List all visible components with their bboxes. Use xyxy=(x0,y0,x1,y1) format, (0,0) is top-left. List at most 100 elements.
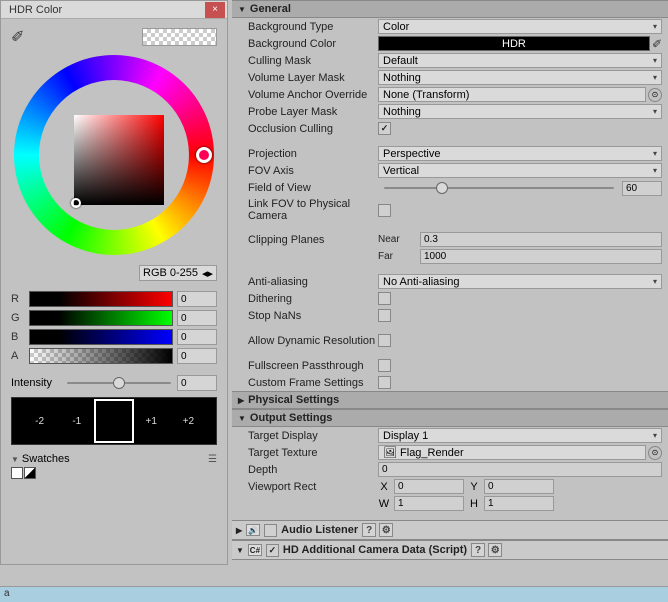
dithering-checkbox[interactable] xyxy=(378,292,391,305)
swatches-row xyxy=(1,467,227,479)
probelayer-dropdown[interactable]: Nothing▾ xyxy=(378,104,662,119)
color-mode-dropdown[interactable]: RGB 0-255◂▸ xyxy=(139,265,217,281)
r-label: R xyxy=(11,293,25,305)
projection-dropdown[interactable]: Perspective▾ xyxy=(378,146,662,161)
fovaxis-dropdown[interactable]: Vertical▾ xyxy=(378,163,662,178)
help-icon[interactable]: ? xyxy=(471,543,485,557)
intensity-input[interactable] xyxy=(177,375,217,391)
hdr-title: HDR Color xyxy=(3,4,62,16)
g-slider[interactable] xyxy=(29,310,173,326)
color-wheel[interactable] xyxy=(14,55,214,255)
h-label: H xyxy=(468,498,480,510)
sv-marker[interactable] xyxy=(71,198,81,208)
vollayer-label: Volume Layer Mask xyxy=(238,72,378,84)
eyedropper-icon[interactable]: ✐ xyxy=(652,37,662,51)
bgtype-label: Background Type xyxy=(238,21,378,33)
audio-listener-header[interactable]: ▶ 🔊 Audio Listener ? ⚙ xyxy=(232,520,668,540)
settings-icon[interactable]: ⚙ xyxy=(379,523,393,537)
depth-label: Depth xyxy=(238,464,378,476)
custom-checkbox[interactable] xyxy=(378,376,391,389)
viewport-h-input[interactable] xyxy=(484,496,554,511)
settings-icon[interactable]: ⚙ xyxy=(488,543,502,557)
g-input[interactable] xyxy=(177,310,217,326)
eyedropper-icon[interactable]: ✐ xyxy=(11,27,24,47)
linkfov-checkbox[interactable] xyxy=(378,204,391,217)
general-title: General xyxy=(250,3,291,15)
viewport-w-input[interactable] xyxy=(394,496,464,511)
stopnans-checkbox[interactable] xyxy=(378,309,391,322)
targetdisplay-label: Target Display xyxy=(238,430,378,442)
hdr-title-bar: HDR Color × xyxy=(1,1,227,19)
preset-current[interactable] xyxy=(96,401,131,441)
swatches-menu-icon[interactable]: ☰ xyxy=(208,454,217,465)
a-slider[interactable] xyxy=(29,348,173,364)
output-header[interactable]: ▼ Output Settings xyxy=(232,409,668,427)
swatch-white[interactable] xyxy=(11,467,23,479)
object-picker-icon[interactable]: ⊙ xyxy=(648,446,662,460)
preset-plus2[interactable]: +2 xyxy=(171,401,206,441)
r-slider[interactable] xyxy=(29,291,173,307)
object-picker-icon[interactable]: ⊙ xyxy=(648,88,662,102)
foldout-icon: ▶ xyxy=(238,396,244,405)
fov-slider[interactable] xyxy=(384,180,614,196)
far-input[interactable] xyxy=(420,249,662,264)
preset-plus1[interactable]: +1 xyxy=(134,401,169,441)
b-slider[interactable] xyxy=(29,329,173,345)
r-input[interactable] xyxy=(177,291,217,307)
physical-title: Physical Settings xyxy=(248,394,339,406)
a-label: A xyxy=(11,350,25,362)
targettex-label: Target Texture xyxy=(238,447,378,459)
bgtype-dropdown[interactable]: Color▾ xyxy=(378,19,662,34)
fov-input[interactable] xyxy=(622,181,662,196)
physical-header[interactable]: ▶ Physical Settings xyxy=(232,391,668,409)
cullingmask-label: Culling Mask xyxy=(238,55,378,67)
linkfov-label: Link FOV to Physical Camera xyxy=(238,198,378,222)
hdcam-enable-checkbox[interactable] xyxy=(266,544,279,557)
preset-minus2[interactable]: -2 xyxy=(22,401,57,441)
b-input[interactable] xyxy=(177,329,217,345)
allowdyn-label: Allow Dynamic Resolution xyxy=(238,335,378,347)
aa-dropdown[interactable]: No Anti-aliasing▾ xyxy=(378,274,662,289)
hd-camera-header[interactable]: ▼ C# HD Additional Camera Data (Script) … xyxy=(232,540,668,560)
probelayer-label: Probe Layer Mask xyxy=(238,106,378,118)
volanchor-field[interactable]: None (Transform) xyxy=(378,87,646,102)
viewport-label: Viewport Rect xyxy=(238,481,378,493)
bgcolor-label: Background Color xyxy=(238,38,378,50)
cullingmask-dropdown[interactable]: Default▾ xyxy=(378,53,662,68)
bgcolor-field[interactable]: HDR xyxy=(378,36,650,51)
intensity-slider[interactable] xyxy=(67,375,171,391)
w-label: W xyxy=(378,498,390,510)
hdr-color-panel: HDR Color × ✐ RGB 0-255◂▸ R G B xyxy=(0,0,228,565)
y-label: Y xyxy=(468,481,480,493)
occlusion-checkbox[interactable] xyxy=(378,122,391,135)
help-icon[interactable]: ? xyxy=(362,523,376,537)
depth-input[interactable] xyxy=(378,462,662,477)
viewport-x-input[interactable] xyxy=(394,479,464,494)
fov-label: Field of View xyxy=(238,182,378,194)
audio-enable-checkbox[interactable] xyxy=(264,524,277,537)
aa-label: Anti-aliasing xyxy=(238,276,378,288)
hue-marker[interactable] xyxy=(196,147,212,163)
far-label: Far xyxy=(378,251,414,262)
saturation-square[interactable] xyxy=(74,115,164,205)
swatch-black-white[interactable] xyxy=(24,467,36,479)
viewport-y-input[interactable] xyxy=(484,479,554,494)
footer-bar: a xyxy=(0,586,668,602)
foldout-icon: ▼ xyxy=(236,546,244,555)
vollayer-dropdown[interactable]: Nothing▾ xyxy=(378,70,662,85)
a-input[interactable] xyxy=(177,348,217,364)
targetdisplay-dropdown[interactable]: Display 1▾ xyxy=(378,428,662,443)
fovaxis-label: FOV Axis xyxy=(238,165,378,177)
allowdyn-checkbox[interactable] xyxy=(378,334,391,347)
swatches-label: Swatches xyxy=(22,453,70,465)
swatches-header[interactable]: ▼ Swatches ☰ xyxy=(1,447,227,467)
color-mode-label: RGB 0-255 xyxy=(143,267,198,279)
near-input[interactable] xyxy=(420,232,662,247)
hd-camera-title: HD Additional Camera Data (Script) xyxy=(283,544,467,556)
fullscreen-checkbox[interactable] xyxy=(378,359,391,372)
targettex-field[interactable]: 🖼 Flag_Render xyxy=(378,445,646,460)
close-button[interactable]: × xyxy=(205,2,225,18)
general-header[interactable]: ▼ General xyxy=(232,0,668,18)
preset-minus1[interactable]: -1 xyxy=(59,401,94,441)
x-label: X xyxy=(378,481,390,493)
